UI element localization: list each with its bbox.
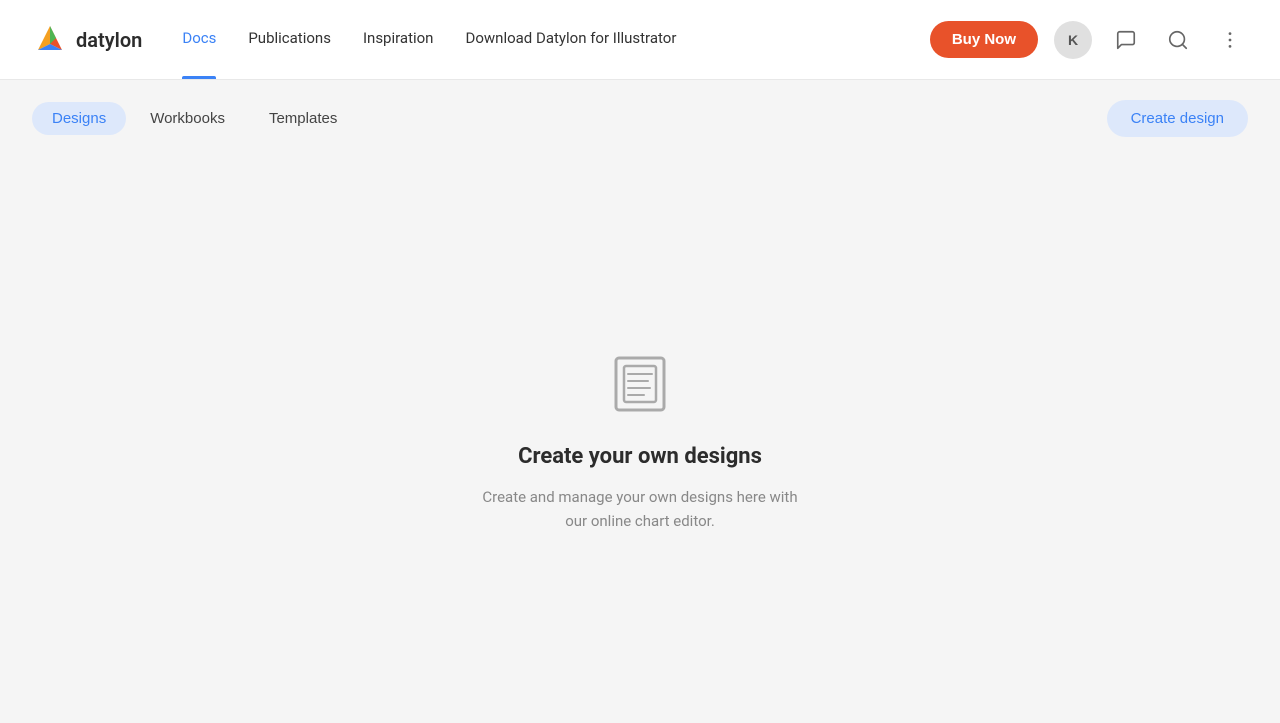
search-icon <box>1167 29 1189 51</box>
tab-templates[interactable]: Templates <box>249 102 357 135</box>
chat-icon-button[interactable] <box>1108 22 1144 58</box>
create-design-button[interactable]: Create design <box>1107 100 1248 137</box>
search-icon-button[interactable] <box>1160 22 1196 58</box>
more-icon <box>1219 29 1241 51</box>
chat-icon <box>1115 29 1137 51</box>
more-options-button[interactable] <box>1212 22 1248 58</box>
tab-workbooks[interactable]: Workbooks <box>130 102 245 135</box>
logo-icon <box>32 22 68 58</box>
logo[interactable]: datylon <box>32 22 142 58</box>
tab-designs[interactable]: Designs <box>32 102 126 135</box>
empty-state-icon <box>604 348 676 420</box>
empty-state: Create your own designs Create and manag… <box>480 348 800 533</box>
main-content: Create your own designs Create and manag… <box>0 157 1280 723</box>
tabs-bar: Designs Workbooks Templates Create desig… <box>0 80 1280 157</box>
empty-state-description: Create and manage your own designs here … <box>480 485 800 533</box>
nav-link-docs[interactable]: Docs <box>182 29 216 51</box>
navbar-left: datylon Docs Publications Inspiration Do… <box>32 22 676 58</box>
nav-link-download[interactable]: Download Datylon for Illustrator <box>465 29 676 51</box>
nav-link-inspiration[interactable]: Inspiration <box>363 29 434 51</box>
navbar-right: Buy Now K <box>930 21 1248 59</box>
tabs-group: Designs Workbooks Templates <box>32 102 357 135</box>
buy-now-button[interactable]: Buy Now <box>930 21 1038 58</box>
empty-state-title: Create your own designs <box>518 444 762 469</box>
logo-text: datylon <box>76 28 142 52</box>
navbar: datylon Docs Publications Inspiration Do… <box>0 0 1280 80</box>
nav-links: Docs Publications Inspiration Download D… <box>182 29 676 51</box>
nav-link-publications[interactable]: Publications <box>248 29 331 51</box>
avatar-button[interactable]: K <box>1054 21 1092 59</box>
